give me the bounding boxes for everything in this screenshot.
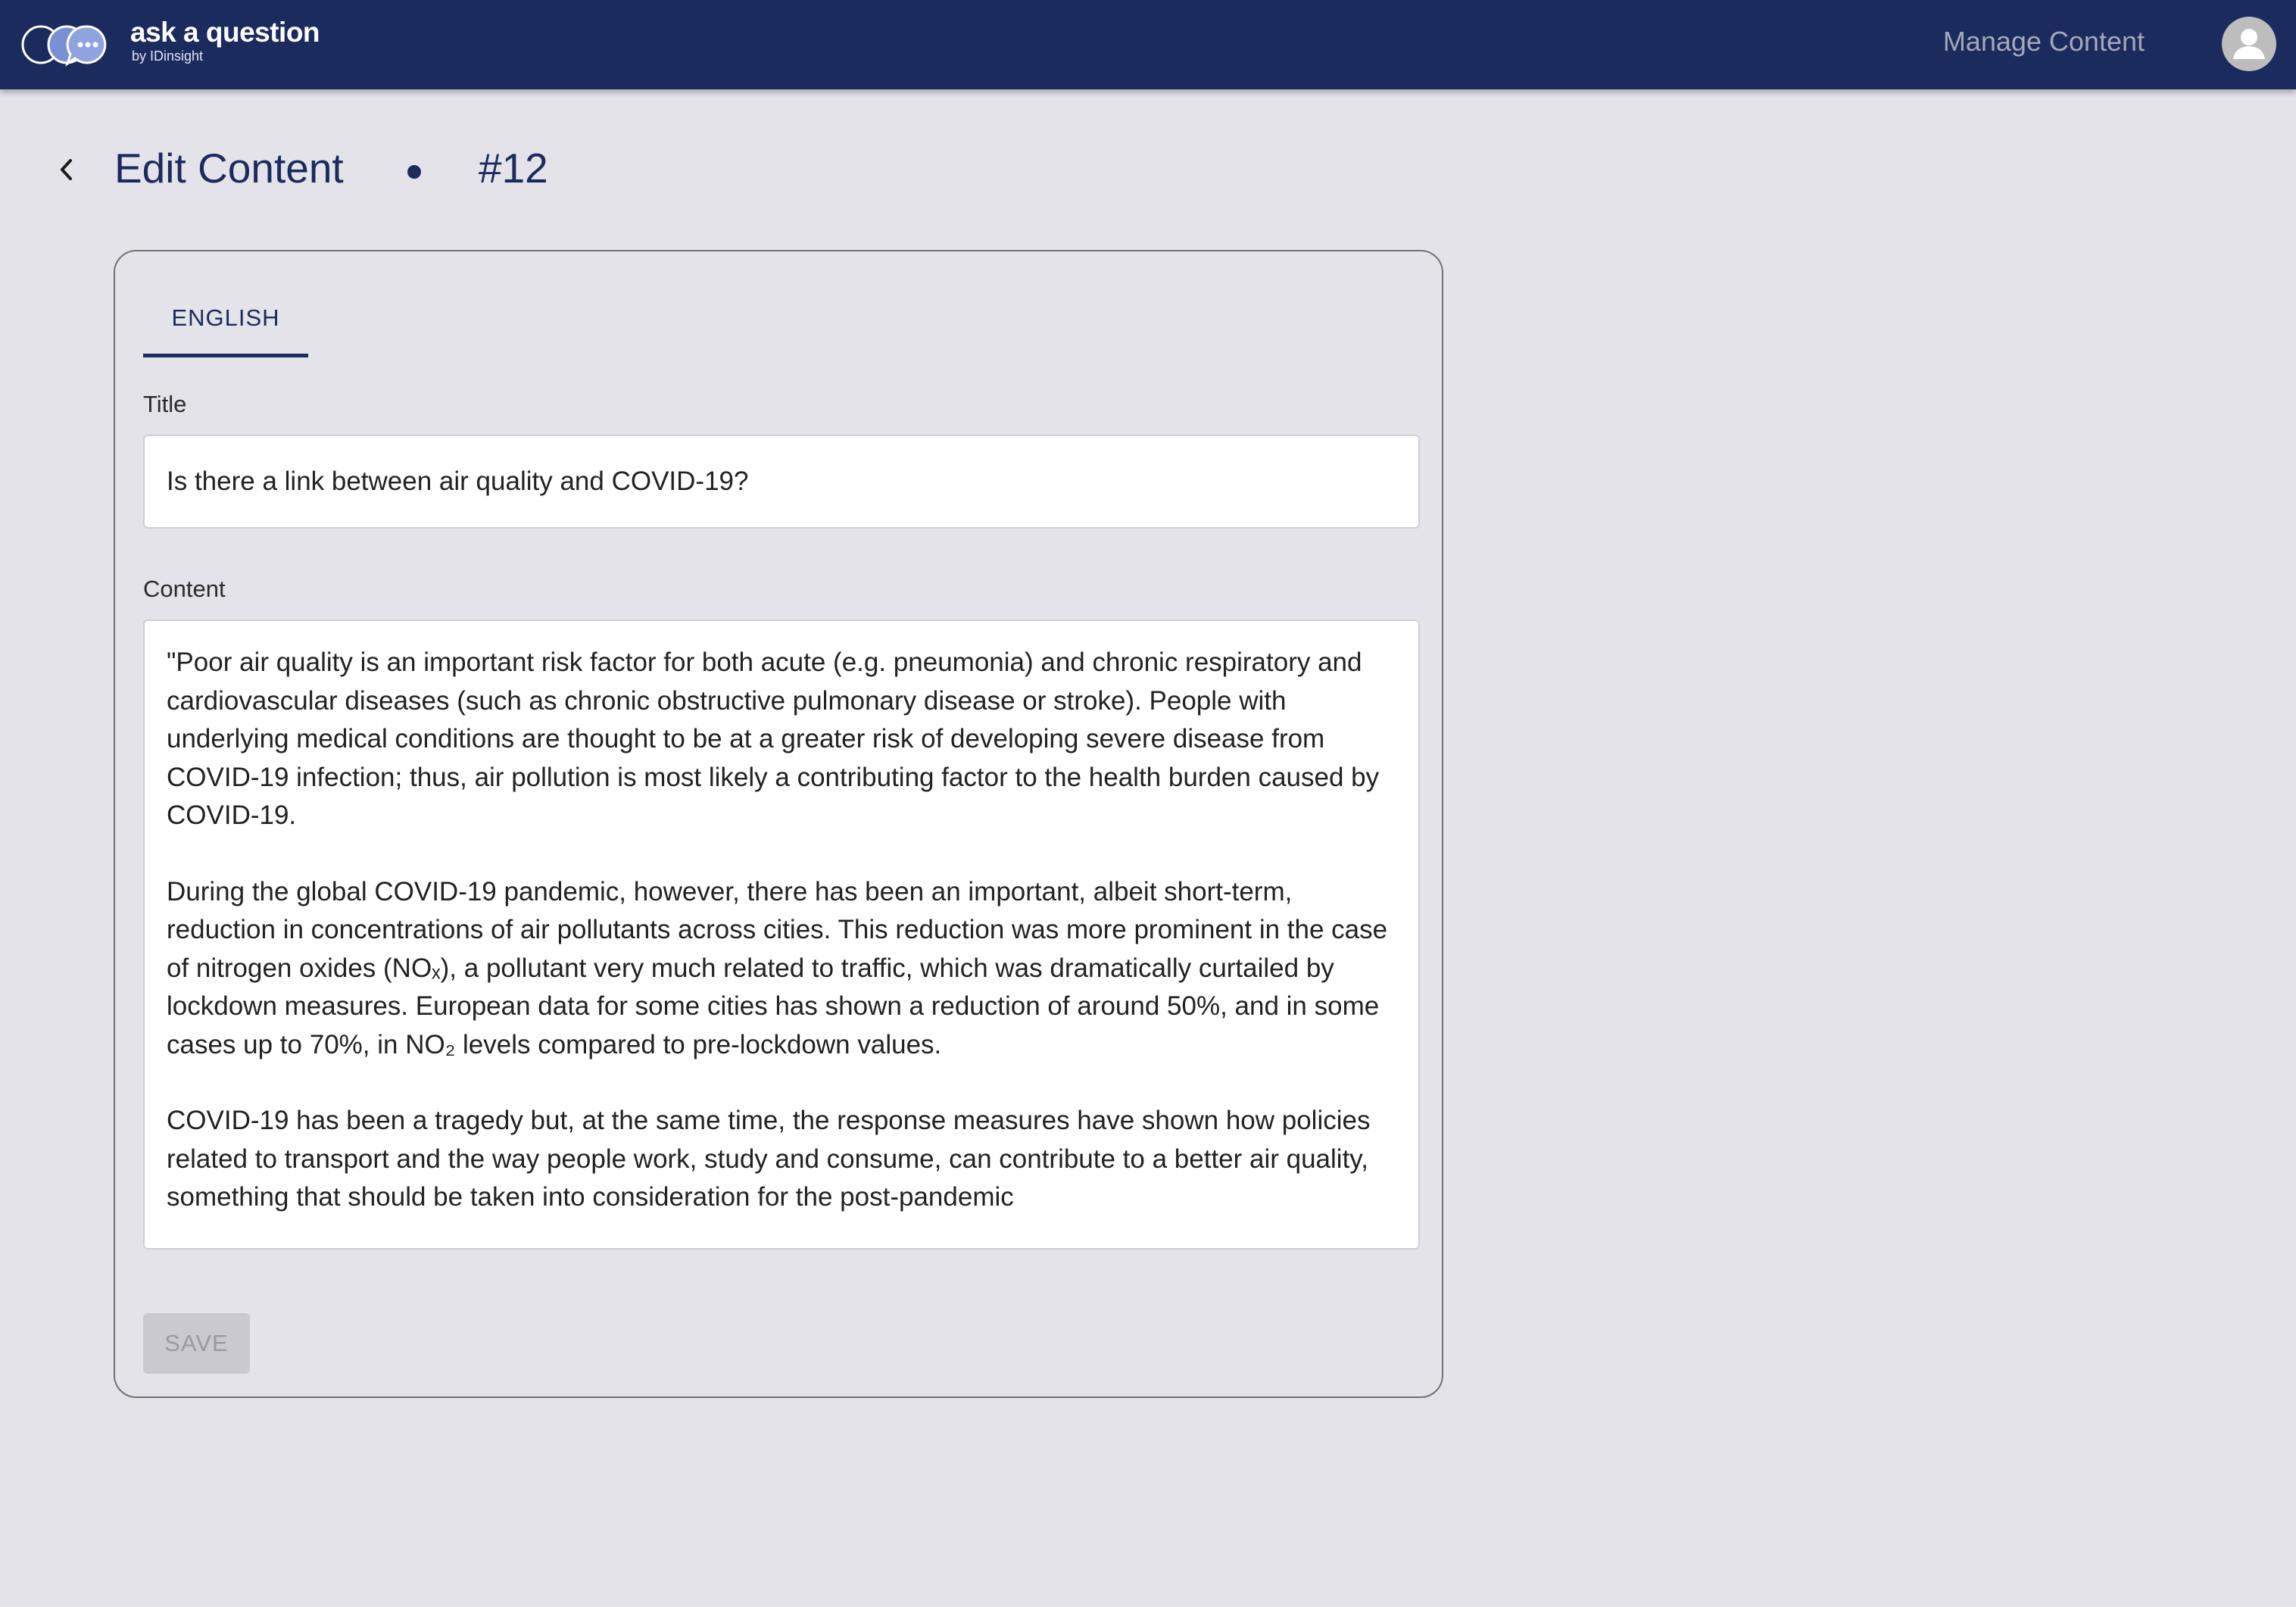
tab-english[interactable]: ENGLISH (143, 295, 308, 357)
person-icon (2233, 29, 2265, 59)
content-paragraph: COVID-19 has been a tragedy but, at the … (167, 1106, 1371, 1212)
avatar[interactable] (2222, 17, 2276, 71)
chevron-left-icon (61, 159, 72, 180)
title-input[interactable]: Is there a link between air quality and … (143, 435, 1420, 529)
title-separator-dot (407, 165, 421, 179)
manage-content-link[interactable]: Manage Content (1943, 26, 2145, 58)
title-label: Title (143, 391, 187, 417)
page-title: Edit Content (114, 145, 344, 192)
content-paragraph: During the global COVID-19 pandemic, how… (167, 876, 1388, 1059)
content-paragraph: "Poor air quality is an important risk f… (167, 647, 1380, 830)
content-textarea[interactable]: "Poor air quality is an important risk f… (143, 619, 1420, 1250)
brand-subtitle: by IDinsight (132, 48, 204, 64)
brand-name: ask a question (130, 17, 320, 48)
edit-content-card: ENGLISH Title Is there a link between ai… (114, 250, 1443, 1398)
content-label: Content (143, 576, 226, 602)
content-id: #12 (479, 145, 548, 192)
save-button[interactable]: SAVE (143, 1313, 250, 1374)
top-app-bar: ask a question by IDinsight Manage Conte… (0, 0, 2296, 89)
back-button[interactable] (48, 150, 85, 189)
chat-bubbles-logo-icon[interactable] (21, 23, 121, 67)
